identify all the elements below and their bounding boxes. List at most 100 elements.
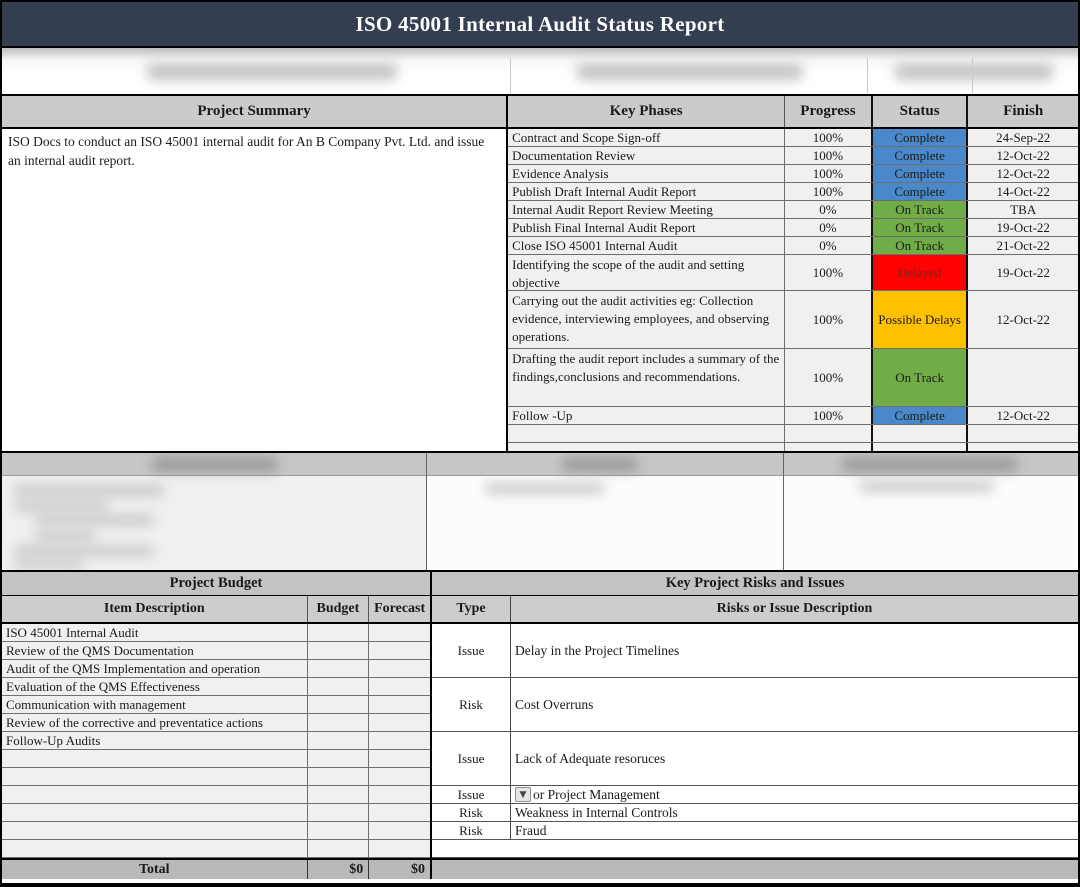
risk-row: Issue▼or Project Management — [432, 786, 1078, 804]
budget-value-cell[interactable] — [308, 678, 370, 695]
redacted-header-text — [152, 458, 277, 471]
redacted-project-manager — [577, 64, 802, 80]
risk-description-cell — [511, 840, 1078, 857]
progress-cell: 100% — [785, 147, 871, 164]
budget-value-cell[interactable] — [308, 732, 370, 749]
finish-date-cell: 12-Oct-22 — [968, 291, 1078, 348]
budget-item-cell: Communication with management — [2, 696, 308, 713]
budget-item-cell: Follow-Up Audits — [2, 732, 308, 749]
budget-value-cell[interactable] — [308, 750, 370, 767]
phase-name-cell: Drafting the audit report includes a sum… — [508, 349, 785, 406]
risk-type-cell: Issue — [432, 786, 511, 803]
budget-column-header: Budget — [308, 596, 370, 622]
phase-name-cell: Follow -Up — [508, 407, 785, 424]
budget-row: Review of the corrective and preventatic… — [2, 714, 430, 732]
finish-date-cell: 12-Oct-22 — [968, 165, 1078, 182]
forecast-value-cell[interactable] — [369, 840, 430, 857]
key-phase-row: Publish Draft Internal Audit Report100%C… — [508, 183, 1078, 201]
redacted-header-text — [842, 458, 1017, 471]
forecast-value-cell[interactable] — [369, 642, 430, 659]
status-badge: On Track — [871, 237, 969, 254]
budget-value-cell[interactable] — [308, 768, 370, 785]
finish-date-cell: TBA — [968, 201, 1078, 218]
key-phase-row: Carrying out the audit activities eg: Co… — [508, 291, 1078, 349]
redacted-line — [14, 501, 109, 511]
info-cell-divider — [867, 58, 868, 94]
status-badge: On Track — [871, 349, 969, 406]
key-phases-column-header: Key Phases — [508, 96, 785, 127]
budget-value-cell[interactable] — [308, 714, 370, 731]
forecast-value-cell[interactable] — [369, 822, 430, 839]
key-phases-header-row: Key Phases Progress Status Finish — [508, 96, 1078, 129]
forecast-value-cell[interactable] — [369, 750, 430, 767]
risk-description-text: or Project Management — [533, 787, 660, 803]
budget-value-cell[interactable] — [308, 822, 370, 839]
risk-type-cell: Risk — [432, 678, 511, 731]
forecast-value-cell[interactable] — [369, 804, 430, 821]
finish-date-cell: 12-Oct-22 — [968, 147, 1078, 164]
status-badge: Complete — [871, 183, 969, 200]
phase-name-cell: Internal Audit Report Review Meeting — [508, 201, 785, 218]
status-badge: Complete — [871, 165, 969, 182]
project-summary-panel: Project Summary ISO Docs to conduct an I… — [2, 96, 508, 451]
status-badge — [871, 425, 969, 442]
status-column-header: Status — [871, 96, 969, 127]
redacted-line — [14, 485, 164, 496]
risk-row: RiskCost Overruns — [432, 678, 1078, 732]
forecast-value-cell[interactable] — [369, 678, 430, 695]
budget-row: Review of the QMS Documentation — [2, 642, 430, 660]
phase-name-cell — [508, 425, 785, 442]
risk-row: IssueDelay in the Project Timelines — [432, 624, 1078, 678]
progress-cell: 0% — [785, 219, 871, 236]
budget-item-cell: Audit of the QMS Implementation and oper… — [2, 660, 308, 677]
budget-row: ISO 45001 Internal Audit — [2, 624, 430, 642]
budget-item-cell — [2, 840, 308, 857]
progress-cell — [785, 425, 871, 442]
budget-item-cell — [2, 804, 308, 821]
budget-value-cell[interactable] — [308, 840, 370, 857]
finish-date-cell — [968, 349, 1078, 406]
progress-cell: 100% — [785, 165, 871, 182]
budget-value-cell[interactable] — [308, 624, 370, 641]
forecast-value-cell[interactable] — [369, 714, 430, 731]
budget-value-cell[interactable] — [308, 804, 370, 821]
key-phase-row: Follow -Up100%Complete12-Oct-22 — [508, 407, 1078, 425]
risk-description-cell: ▼or Project Management — [511, 786, 1078, 803]
budget-value-cell[interactable] — [308, 786, 370, 803]
budget-item-cell — [2, 786, 308, 803]
key-phase-row: Contract and Scope Sign-off100%Complete2… — [508, 129, 1078, 147]
forecast-value-cell[interactable] — [369, 624, 430, 641]
budget-item-cell — [2, 822, 308, 839]
forecast-value-cell[interactable] — [369, 768, 430, 785]
main-section: Project Summary ISO Docs to conduct an I… — [2, 96, 1078, 453]
dropdown-arrow-icon[interactable]: ▼ — [515, 787, 531, 802]
budget-value-cell[interactable] — [308, 642, 370, 659]
redacted-line — [14, 560, 84, 569]
phase-name-cell: Documentation Review — [508, 147, 785, 164]
forecast-value-cell[interactable] — [369, 732, 430, 749]
budget-value-cell[interactable] — [308, 696, 370, 713]
key-phase-row — [508, 425, 1078, 443]
key-phase-row: Identifying the scope of the audit and s… — [508, 255, 1078, 291]
key-phase-row: Close ISO 45001 Internal Audit0%On Track… — [508, 237, 1078, 255]
info-cell-divider — [972, 58, 973, 94]
phase-name-cell: Evidence Analysis — [508, 165, 785, 182]
budget-value-cell[interactable] — [308, 660, 370, 677]
key-phase-row: Documentation Review100%Complete12-Oct-2… — [508, 147, 1078, 165]
risk-description-text: Cost Overruns — [515, 697, 593, 713]
risks-issues-header: Key Project Risks and Issues — [432, 572, 1078, 596]
budget-item-cell: ISO 45001 Internal Audit — [2, 624, 308, 641]
risk-description-cell: Lack of Adequate resoruces — [511, 732, 1078, 785]
total-forecast-value: $0 — [369, 860, 430, 879]
forecast-value-cell[interactable] — [369, 786, 430, 803]
total-budget-value: $0 — [308, 860, 370, 879]
finish-date-cell: 24-Sep-22 — [968, 129, 1078, 146]
forecast-value-cell[interactable] — [369, 696, 430, 713]
risk-description-cell: Weakness in Internal Controls — [511, 804, 1078, 821]
forecast-value-cell[interactable] — [369, 660, 430, 677]
risk-type-cell: Issue — [432, 732, 511, 785]
progress-cell: 100% — [785, 291, 871, 348]
budget-row — [2, 768, 430, 786]
risk-row: RiskWeakness in Internal Controls — [432, 804, 1078, 822]
project-budget-header: Project Budget — [2, 572, 430, 596]
